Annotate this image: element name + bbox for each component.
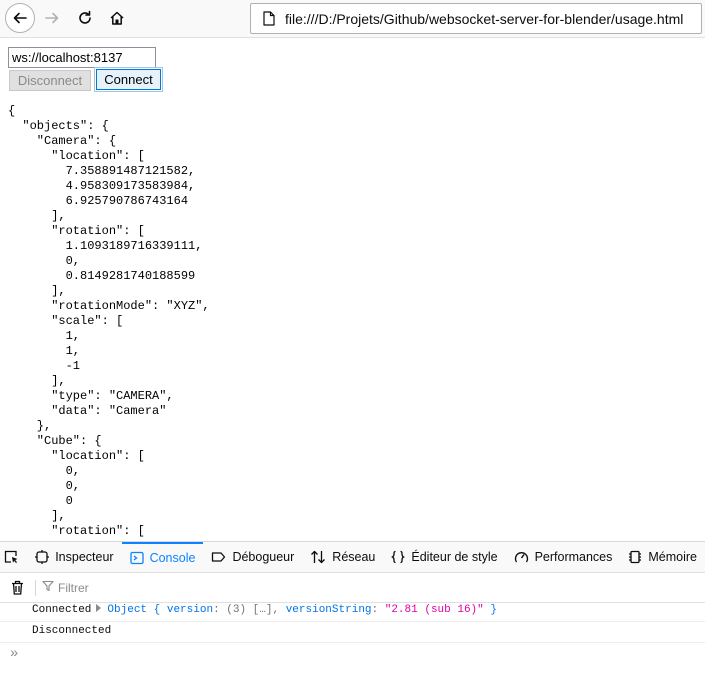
tab-memory-label: Mémoire	[648, 550, 697, 564]
console-filter-bar: Filtrer	[0, 573, 705, 603]
home-icon	[110, 11, 124, 25]
tab-debugger-label: Débogueur	[232, 550, 295, 564]
arrow-left-icon	[13, 12, 27, 24]
websocket-url-input[interactable]: ws://localhost:8137	[8, 47, 156, 68]
tab-network-label: Réseau	[332, 550, 376, 564]
tab-style-editor-label: Éditeur de style	[411, 550, 498, 564]
braces-icon	[391, 550, 406, 564]
tab-inspector-label: Inspecteur	[55, 550, 114, 564]
tab-performance-label: Performances	[534, 550, 613, 564]
filter-icon	[42, 579, 54, 597]
filter-input[interactable]: Filtrer	[58, 581, 89, 595]
devtools-panel: Inspecteur Console Débogueur Réseau Édit…	[0, 541, 705, 680]
tab-network[interactable]: Réseau	[302, 542, 383, 572]
connect-button[interactable]: Connect	[94, 67, 163, 92]
tab-style-editor[interactable]: Éditeur de style	[383, 542, 505, 572]
log-message: Disconnected	[32, 625, 112, 637]
console-icon	[129, 551, 144, 565]
gauge-icon	[514, 552, 528, 563]
arrow-right-icon	[45, 12, 59, 24]
home-button[interactable]	[102, 3, 132, 33]
reload-button[interactable]	[70, 3, 100, 33]
tab-performance[interactable]: Performances	[506, 542, 621, 572]
url-bar[interactable]: file:///D:/Projets/Github/websocket-serv…	[250, 3, 702, 34]
network-icon	[311, 550, 326, 564]
inspector-icon	[35, 550, 50, 564]
back-button[interactable]	[5, 3, 35, 33]
url-text: file:///D:/Projets/Github/websocket-serv…	[285, 10, 684, 27]
json-output: { "objects": { "Camera": { "location": […	[8, 104, 210, 541]
console-log-disconnected: Disconnected	[0, 621, 705, 643]
toolbar-separator	[35, 579, 36, 596]
tab-console[interactable]: Console	[121, 542, 204, 572]
reload-icon	[79, 10, 91, 24]
page-content: ws://localhost:8137 Disconnect Connect {…	[0, 38, 705, 541]
memory-icon	[629, 550, 642, 564]
disconnect-button[interactable]: Disconnect	[9, 70, 91, 91]
console-log-connected: Connected Object { version: (3) […], vers…	[0, 600, 705, 622]
forward-button[interactable]	[37, 3, 67, 33]
object-preview[interactable]: Object { version: (3) […], versionString…	[107, 604, 497, 616]
log-message: Connected	[32, 604, 92, 616]
tab-memory[interactable]: Mémoire	[620, 542, 705, 572]
picker-icon	[4, 550, 18, 563]
browser-toolbar: file:///D:/Projets/Github/websocket-serv…	[0, 0, 705, 38]
console-input-prompt[interactable]: »	[10, 646, 18, 662]
element-picker-button[interactable]	[0, 542, 27, 572]
devtools-tabbar: Inspecteur Console Débogueur Réseau Édit…	[0, 542, 705, 573]
tab-console-label: Console	[149, 551, 196, 565]
tab-debugger[interactable]: Débogueur	[203, 542, 302, 572]
expand-object-twisty[interactable]	[96, 604, 102, 612]
debugger-icon	[212, 552, 226, 562]
clear-console-button[interactable]	[3, 580, 31, 595]
page-icon	[257, 11, 281, 26]
tab-inspector[interactable]: Inspecteur	[27, 542, 121, 572]
trash-icon	[11, 580, 23, 595]
